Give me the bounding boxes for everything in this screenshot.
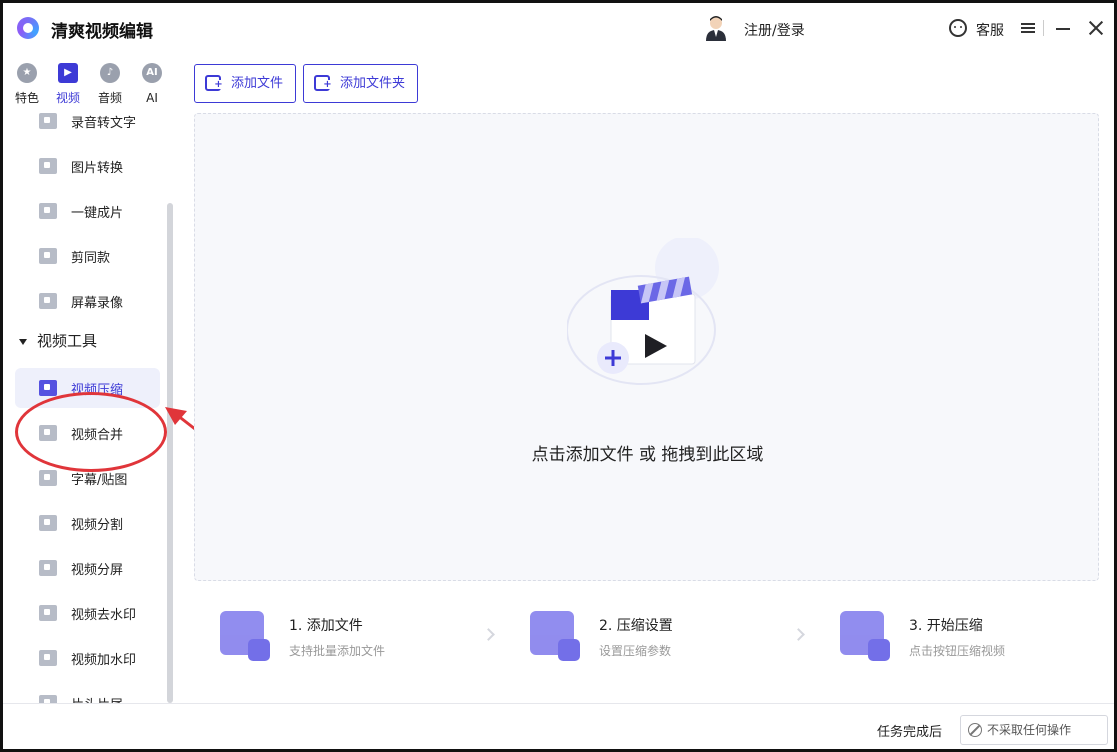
app-window: 清爽视频编辑 注册/登录 客服 ★ 特色 ▶ 视频 ♪ 音频 AI AI 录音转…: [0, 0, 1117, 752]
app-logo-icon: [17, 17, 39, 39]
sidebar-item-label: 字幕/贴图: [71, 473, 128, 488]
step-compress-settings: 2. 压缩设置 设置压缩参数: [504, 611, 784, 671]
film-icon: [39, 203, 57, 219]
menu-icon[interactable]: [1021, 23, 1035, 33]
sidebar-item-image-convert[interactable]: 图片转换: [15, 146, 160, 186]
sidebar-item-label: 屏幕录像: [71, 296, 124, 311]
ai-icon: AI: [142, 63, 162, 83]
screen-record-icon: [39, 293, 57, 309]
caret-down-icon: [19, 338, 27, 345]
sidebar-item-label: 视频去水印: [71, 608, 137, 623]
sidebar-item-label: 视频加水印: [71, 653, 137, 668]
chevron-right-icon: [482, 628, 495, 641]
sidebar-item-template[interactable]: 剪同款: [15, 236, 160, 276]
sidebar-item-label: 剪同款: [71, 251, 111, 266]
start-step-icon: [840, 611, 890, 661]
title-divider: [1043, 20, 1044, 36]
video-icon: ▶: [58, 63, 78, 83]
sidebar-item-one-click-video[interactable]: 一键成片: [15, 191, 160, 231]
file-dropzone[interactable]: 点击添加文件 或 拖拽到此区域: [194, 113, 1099, 581]
login-button[interactable]: 注册/登录: [744, 20, 805, 40]
add-file-button[interactable]: 添加文件: [194, 64, 297, 103]
step-title: 1. 添加文件: [289, 618, 363, 634]
settings-step-icon: [530, 611, 580, 661]
split-icon: [39, 515, 57, 531]
chevron-right-icon: [792, 628, 805, 641]
user-avatar-icon[interactable]: [704, 15, 728, 41]
star-icon: ★: [17, 63, 37, 83]
group-video-tools[interactable]: 视频工具: [19, 330, 97, 351]
title-bar: 清爽视频编辑 注册/登录 客服: [3, 3, 1114, 53]
dropzone-hint: 点击添加文件 或 拖拽到此区域: [531, 445, 764, 465]
add-file-icon: [205, 75, 223, 91]
annotation-circle: [15, 392, 167, 472]
after-task-value: 不采取任何操作: [987, 723, 1072, 737]
app-title: 清爽视频编辑: [51, 22, 153, 42]
add-folder-button[interactable]: 添加文件夹: [303, 64, 419, 103]
template-icon: [39, 248, 57, 264]
sidebar-item-label: 一键成片: [71, 206, 124, 221]
sidebar-item-label: 视频分屏: [71, 563, 124, 578]
sidebar-item-label: 图片转换: [71, 161, 124, 176]
stamp-icon: [39, 605, 57, 621]
sidebar-item-screen-record[interactable]: 屏幕录像: [15, 281, 160, 321]
step-desc: 设置压缩参数: [599, 644, 672, 658]
compress-icon: [39, 380, 57, 396]
sidebar: ★ 特色 ▶ 视频 ♪ 音频 AI AI 录音转文字 图片转换 一键成片 剪同款…: [3, 53, 175, 749]
sidebar-item-recording-to-text[interactable]: 录音转文字: [15, 101, 160, 141]
minimize-icon[interactable]: [1056, 28, 1070, 30]
add-folder-icon: [314, 75, 332, 91]
step-desc: 支持批量添加文件: [289, 644, 386, 658]
image-icon: [39, 158, 57, 174]
audio-icon: ♪: [100, 63, 120, 83]
steps-guide: 1. 添加文件 支持批量添加文件 2. 压缩设置 设置压缩参数 3. 开始压缩 …: [194, 593, 1099, 693]
status-bar: 任务完成后 不采取任何操作: [3, 703, 1114, 749]
step-desc: 点击按钮压缩视频: [909, 644, 1006, 658]
close-icon[interactable]: [1088, 20, 1104, 36]
sidebar-item-label: 视频分割: [71, 518, 124, 533]
customer-service-icon[interactable]: [949, 19, 967, 37]
step-start-compress: 3. 开始压缩 点击按钮压缩视频: [814, 611, 1094, 671]
speech-to-text-icon: [39, 113, 57, 129]
after-task-select[interactable]: 不采取任何操作: [960, 715, 1108, 745]
clapperboard-icon: [567, 238, 719, 385]
step-title: 3. 开始压缩: [909, 618, 983, 634]
customer-service-button[interactable]: 客服: [976, 20, 1004, 40]
add-file-step-icon: [220, 611, 270, 661]
sidebar-item-remove-watermark[interactable]: 视频去水印: [15, 593, 160, 633]
sidebar-item-video-split[interactable]: 视频分割: [15, 503, 160, 543]
split-screen-icon: [39, 560, 57, 576]
step-add-file: 1. 添加文件 支持批量添加文件: [194, 611, 474, 671]
add-folder-label: 添加文件夹: [340, 76, 406, 91]
sidebar-item-add-watermark[interactable]: 视频加水印: [15, 638, 160, 678]
no-action-icon: [968, 723, 982, 737]
add-file-label: 添加文件: [231, 76, 284, 91]
after-task-label: 任务完成后: [877, 725, 943, 740]
watermark-icon: [39, 650, 57, 666]
sidebar-item-split-screen[interactable]: 视频分屏: [15, 548, 160, 588]
sidebar-item-label: 录音转文字: [71, 116, 137, 131]
group-title: 视频工具: [37, 332, 98, 350]
sticker-icon: [39, 470, 57, 486]
step-title: 2. 压缩设置: [599, 618, 673, 634]
